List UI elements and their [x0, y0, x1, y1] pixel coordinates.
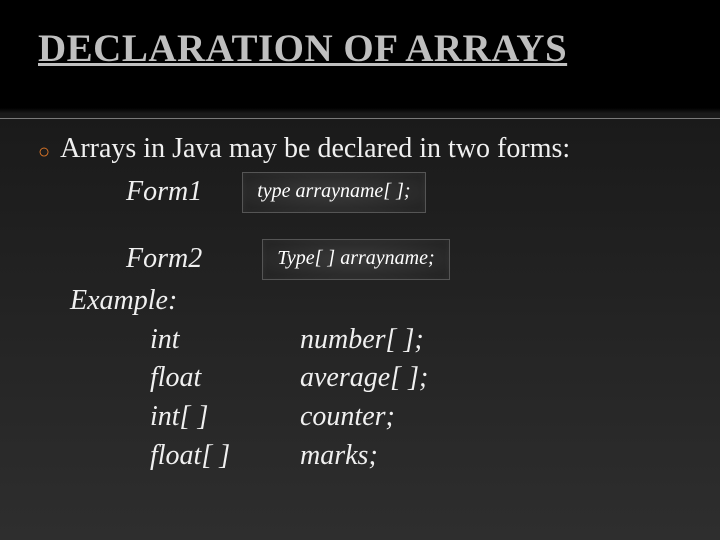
bullet-icon: ○: [38, 139, 50, 166]
example-name: counter;: [300, 398, 395, 436]
form2-label: Form2: [38, 240, 262, 278]
example-type: int: [38, 321, 300, 359]
bullet-row: ○ Arrays in Java may be declared in two …: [38, 130, 700, 168]
example-type: float: [38, 359, 300, 397]
example-type: int[ ]: [38, 398, 300, 436]
form2-row: Form2 Type[ ] arrayname;: [38, 239, 700, 280]
intro-text: Arrays in Java may be declared in two fo…: [60, 130, 570, 168]
example-line-0: int number[ ];: [38, 321, 700, 359]
spacer: [38, 213, 700, 239]
form1-box: type arrayname[ ];: [242, 172, 425, 213]
form2-box: Type[ ] arrayname;: [262, 239, 449, 280]
form1-label: Form1: [38, 173, 242, 211]
form1-row: Form1 type arrayname[ ];: [38, 172, 700, 213]
example-name: number[ ];: [300, 321, 424, 359]
example-line-3: float[ ] marks;: [38, 437, 700, 475]
slide-content: ○ Arrays in Java may be declared in two …: [38, 130, 700, 475]
example-line-2: int[ ] counter;: [38, 398, 700, 436]
example-line-1: float average[ ];: [38, 359, 700, 397]
slide-title: DECLARATION OF ARRAYS: [0, 0, 720, 81]
example-label: Example:: [38, 282, 700, 320]
example-type: float[ ]: [38, 437, 300, 475]
title-divider: [0, 118, 720, 119]
example-name: marks;: [300, 437, 378, 475]
example-name: average[ ];: [300, 359, 428, 397]
